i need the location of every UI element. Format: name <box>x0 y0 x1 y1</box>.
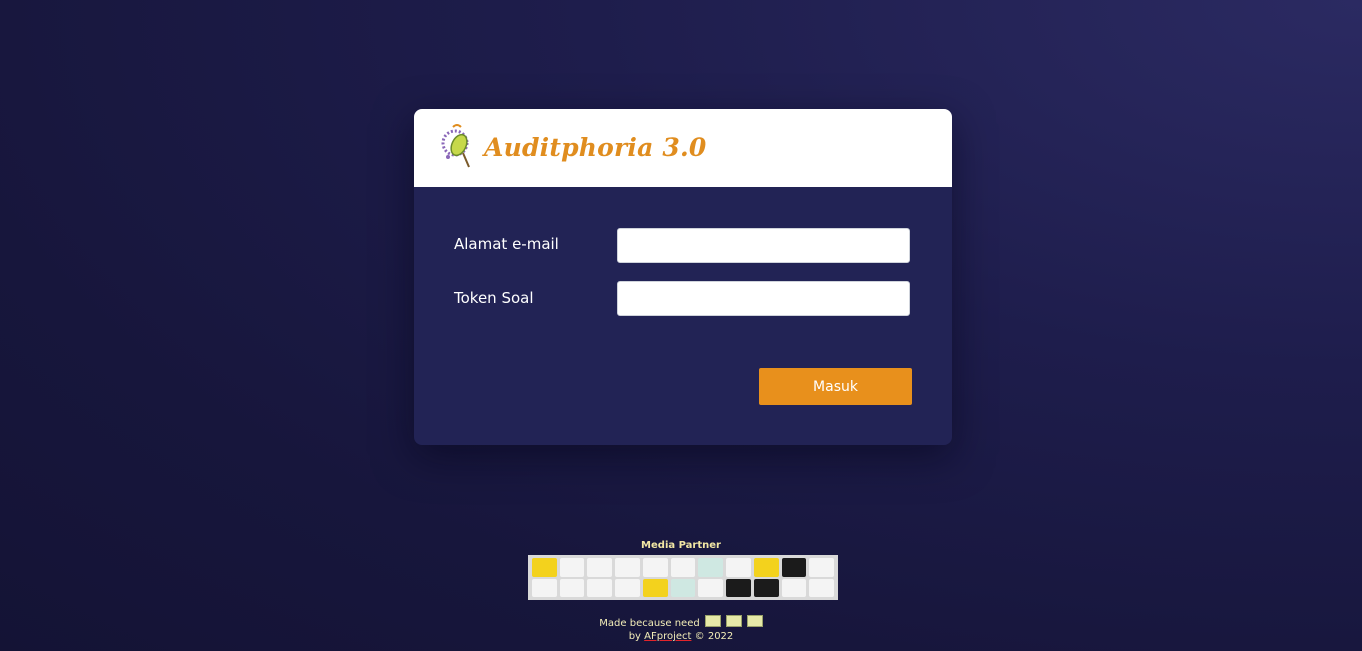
email-label: Alamat e-mail <box>454 235 559 253</box>
partner-logo <box>698 558 724 577</box>
brand-title: Auditphoria 3.0 <box>484 133 707 162</box>
email-field[interactable] <box>617 228 910 263</box>
author-link[interactable]: AFproject <box>644 631 691 642</box>
emoji-icon <box>725 615 742 627</box>
by-prefix: by <box>628 631 641 642</box>
token-label: Token Soal <box>454 289 534 307</box>
partner-logo <box>532 578 557 597</box>
media-partner-logos <box>528 555 838 600</box>
auditphoria-logo-icon <box>441 124 470 168</box>
partner-logo <box>809 558 834 577</box>
media-partner-title: Media Partner <box>641 540 721 551</box>
partner-logo <box>642 558 668 577</box>
partner-logo <box>781 558 807 577</box>
made-text: Made because need <box>599 618 700 629</box>
partner-logo <box>587 578 613 597</box>
partner-logo <box>753 578 779 597</box>
partner-logo <box>809 578 834 597</box>
partner-logo <box>615 578 640 597</box>
credit-line: by AFproject © 2022 <box>0 631 1362 642</box>
token-field[interactable] <box>617 281 910 316</box>
login-form: Alamat e-mail Token Soal Masuk <box>414 187 952 445</box>
partner-logo <box>670 558 696 577</box>
made-because-line: Made because need <box>0 615 1362 629</box>
login-card: Auditphoria 3.0 Alamat e-mail Token Soal… <box>414 109 952 445</box>
partner-logo <box>587 558 613 577</box>
partner-logo <box>726 578 751 597</box>
partner-logo <box>726 558 751 577</box>
copyright-text: © 2022 <box>694 631 734 642</box>
partner-logo <box>642 578 668 597</box>
emoji-icon <box>704 615 721 627</box>
partner-logo <box>559 578 585 597</box>
partner-logo <box>532 558 557 577</box>
emoji-icon <box>746 615 763 627</box>
card-header: Auditphoria 3.0 <box>414 109 952 187</box>
partner-logo <box>559 558 585 577</box>
partner-logo <box>753 558 779 577</box>
partner-logo <box>615 558 640 577</box>
submit-button[interactable]: Masuk <box>759 368 912 405</box>
partner-logo <box>781 578 807 597</box>
partner-logo <box>698 578 724 597</box>
partner-logo <box>670 578 696 597</box>
